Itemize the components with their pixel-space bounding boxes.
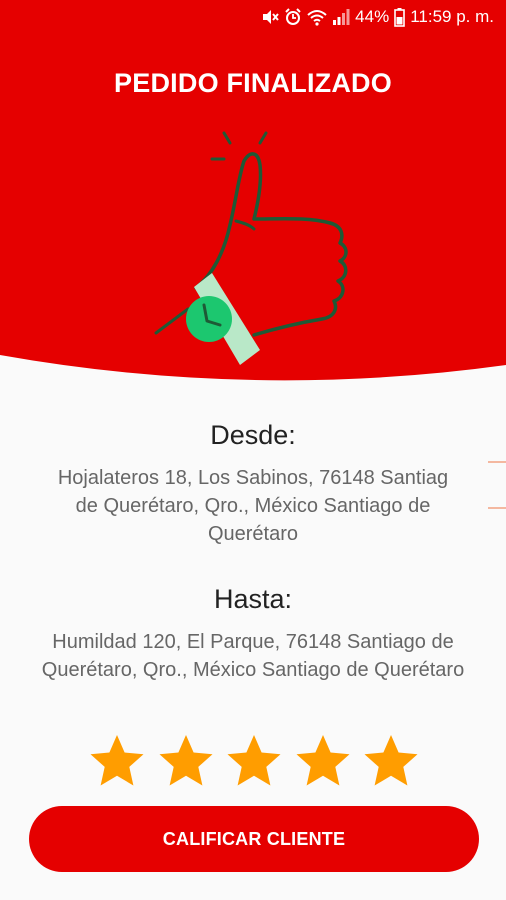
origin-address-line: de Querétaro, Qro., México Santiago de <box>75 495 431 517</box>
alarm-icon <box>285 8 301 25</box>
page-title: PEDIDO FINALIZADO <box>114 68 392 98</box>
star-icon[interactable] <box>363 733 419 789</box>
thumbs-up-watch-icon <box>154 131 348 365</box>
wifi-icon <box>307 10 327 26</box>
destination-label: Hasta: <box>213 584 293 614</box>
header-banner: 44% 11:59 p. m. PEDIDO FINALIZADO <box>0 0 506 385</box>
origin-address-line: Querétaro <box>207 523 299 545</box>
status-bar: 44% 11:59 p. m. <box>0 0 506 36</box>
star-icon[interactable] <box>158 733 214 789</box>
signal-icon <box>333 9 350 25</box>
clock-time: 11:59 p. m. <box>410 7 494 26</box>
origin-address-line: Hojalateros 18, Los Sabinos, 76148 Santi… <box>57 467 449 489</box>
star-icon[interactable] <box>226 733 282 789</box>
mute-icon <box>263 10 279 24</box>
rating-stars <box>89 733 419 789</box>
destination-address-line: Querétaro, Qro., México Santiago de Quer… <box>41 659 465 681</box>
battery-percentage: 44% <box>355 7 390 26</box>
destination-address: Humildad 120, El Parque, 76148 Santiago … <box>0 628 506 684</box>
battery-icon <box>394 7 406 27</box>
origin-address: Hojalateros 18, Los Sabinos, 76148 Santi… <box>0 464 506 548</box>
rate-client-button[interactable]: CALIFICAR CLIENTE <box>29 806 479 872</box>
star-icon[interactable] <box>295 733 351 789</box>
origin-label: Desde: <box>210 420 296 450</box>
edge-handle[interactable] <box>482 458 506 514</box>
destination-address-line: Humildad 120, El Parque, 76148 Santiago … <box>52 631 454 653</box>
star-icon[interactable] <box>89 733 145 789</box>
